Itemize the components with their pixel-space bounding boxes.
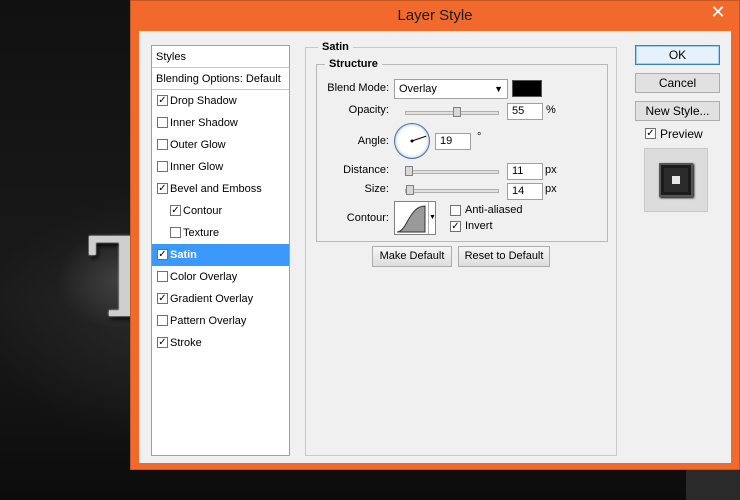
satin-group: Satin Structure Blend Mode: Overlay ▼ Op… [305, 41, 617, 456]
checkbox-icon[interactable] [157, 161, 168, 172]
style-item-label: Inner Glow [170, 161, 224, 173]
contour-picker[interactable]: ▼ [394, 201, 436, 235]
artwork-letter: T [88, 218, 136, 338]
opacity-label: Opacity: [348, 104, 389, 116]
blend-mode-value: Overlay [399, 83, 437, 95]
anti-aliased-check-icon[interactable] [450, 205, 461, 216]
distance-slider-track[interactable] [405, 170, 499, 174]
dialog-title: Layer Style [397, 7, 473, 24]
style-item-label: Inner Shadow [170, 117, 238, 129]
satin-group-title: Satin [318, 41, 353, 53]
checkbox-icon[interactable]: ✓ [157, 293, 168, 304]
canvas-edge [686, 470, 740, 500]
blend-mode-label: Blend Mode: [327, 82, 389, 94]
style-item-label: Bevel and Emboss [170, 183, 262, 195]
style-item-label: Color Overlay [170, 271, 238, 283]
checkbox-icon[interactable] [157, 315, 168, 326]
checkbox-icon[interactable]: ✓ [157, 249, 168, 260]
close-icon[interactable]: ✕ [697, 1, 739, 23]
cancel-button[interactable]: Cancel [635, 73, 720, 93]
contour-label: Contour: [346, 212, 389, 224]
style-item-label: Texture [183, 227, 220, 239]
style-preview-thumbnail [644, 148, 708, 212]
preview-check-icon[interactable]: ✓ [645, 128, 656, 139]
distance-unit: px [545, 164, 557, 176]
styles-header[interactable]: Styles [152, 46, 289, 68]
preview-label: Preview [660, 127, 703, 141]
style-item-bevel-and-emboss[interactable]: ✓ Bevel and Emboss [152, 178, 289, 200]
style-items: ✓ Drop Shadow Inner Shadow Outer Glow Inner … [152, 90, 289, 354]
style-item-stroke[interactable]: ✓ Stroke [152, 332, 289, 354]
size-unit: px [545, 183, 557, 195]
checkbox-icon[interactable]: ✓ [170, 205, 181, 216]
size-input[interactable]: 14 [507, 183, 543, 200]
checkbox-icon[interactable] [157, 139, 168, 150]
style-item-contour[interactable]: ✓ Contour [152, 200, 289, 222]
opacity-unit: % [546, 104, 556, 116]
contour-curve-icon [396, 205, 426, 233]
chevron-down-icon[interactable]: ▼ [428, 202, 436, 234]
checkbox-icon[interactable]: ✓ [157, 183, 168, 194]
size-label: Size: [364, 183, 389, 195]
style-item-label: Contour [183, 205, 223, 217]
checkbox-icon[interactable] [170, 227, 181, 238]
ok-button[interactable]: OK [635, 45, 720, 65]
blend-mode-select[interactable]: Overlay ▼ [394, 79, 508, 99]
anti-aliased-label: Anti-aliased [465, 204, 523, 216]
preview-tile-icon [659, 163, 693, 197]
distance-input[interactable]: 11 [507, 163, 543, 180]
style-item-pattern-overlay[interactable]: Pattern Overlay [152, 310, 289, 332]
style-item-outer-glow[interactable]: Outer Glow [152, 134, 289, 156]
checkbox-icon[interactable] [157, 117, 168, 128]
reset-to-default-button[interactable]: Reset to Default [458, 246, 550, 267]
layer-style-dialog: Layer Style ✕ Styles Blending Options: D… [130, 0, 740, 470]
style-item-label: Gradient Overlay [170, 293, 254, 305]
size-slider-track[interactable] [405, 189, 499, 193]
style-item-texture[interactable]: Texture [152, 222, 289, 244]
structure-group-title: Structure [325, 58, 382, 70]
style-item-satin[interactable]: ✓ Satin [152, 244, 289, 266]
style-item-inner-glow[interactable]: Inner Glow [152, 156, 289, 178]
style-item-gradient-overlay[interactable]: ✓ Gradient Overlay [152, 288, 289, 310]
make-default-button[interactable]: Make Default [372, 246, 452, 267]
style-item-label: Satin [170, 249, 197, 261]
style-item-color-overlay[interactable]: Color Overlay [152, 266, 289, 288]
style-item-inner-shadow[interactable]: Inner Shadow [152, 112, 289, 134]
style-item-label: Pattern Overlay [170, 315, 247, 327]
checkbox-icon[interactable] [157, 271, 168, 282]
angle-dial[interactable] [394, 123, 430, 159]
checkbox-icon[interactable]: ✓ [157, 337, 168, 348]
styles-list: Styles Blending Options: Default ✓ Drop S… [151, 45, 290, 456]
opacity-input[interactable]: 55 [507, 103, 543, 120]
chevron-down-icon: ▼ [494, 84, 503, 94]
style-item-label: Stroke [170, 337, 202, 349]
blend-color-swatch[interactable] [512, 80, 542, 97]
structure-group: Structure Blend Mode: Overlay ▼ Opacity:… [316, 58, 608, 242]
distance-slider-thumb[interactable] [404, 166, 413, 176]
opacity-slider-thumb[interactable] [452, 107, 461, 117]
checkbox-icon[interactable]: ✓ [157, 95, 168, 106]
distance-label: Distance: [343, 164, 389, 176]
size-slider-thumb[interactable] [405, 185, 414, 195]
style-item-label: Drop Shadow [170, 95, 237, 107]
invert-check-icon[interactable]: ✓ [450, 221, 461, 232]
angle-input[interactable]: 19 [435, 133, 471, 150]
angle-unit: ° [477, 131, 482, 143]
style-item-drop-shadow[interactable]: ✓ Drop Shadow [152, 90, 289, 112]
angle-needle-icon [410, 135, 427, 143]
angle-label: Angle: [357, 135, 389, 147]
blending-options-item[interactable]: Blending Options: Default [152, 68, 289, 90]
new-style-button[interactable]: New Style... [635, 101, 720, 121]
dialog-client: Styles Blending Options: Default ✓ Drop S… [139, 31, 731, 463]
style-item-label: Outer Glow [170, 139, 226, 151]
invert-label: Invert [465, 220, 493, 232]
